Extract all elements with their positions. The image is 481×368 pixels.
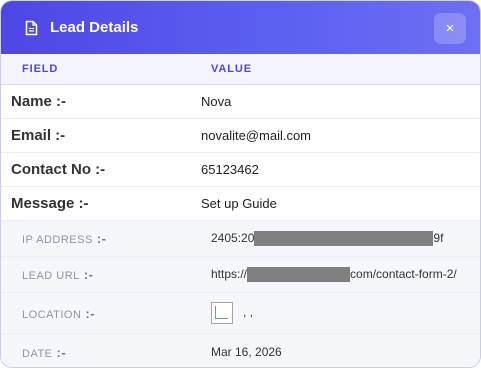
contact-row: Contact No :- 65123462 <box>1 153 480 187</box>
modal-title: Lead Details <box>50 19 139 36</box>
message-value: Set up Guide <box>201 196 277 211</box>
modal-header: Lead Details × <box>1 1 480 54</box>
lead-url-link[interactable]: https://com/contact-form-2/ <box>211 267 457 283</box>
lead-details-modal: Lead Details × FIELD VALUE Name :- Nova … <box>0 0 481 368</box>
name-label: Name :- <box>11 93 67 110</box>
ip-address-label: IP ADDRESS:- <box>22 231 107 246</box>
lead-url-row: LEAD URL:- https://com/contact-form-2/ <box>1 257 480 293</box>
email-value: novalite@mail.com <box>201 128 312 143</box>
ip-address-value: 2405:20 9f <box>211 230 444 247</box>
message-row: Message :- Set up Guide <box>1 187 480 221</box>
close-icon: × <box>445 20 455 37</box>
name-value: Nova <box>201 94 232 109</box>
contact-value: 65123462 <box>201 162 259 177</box>
message-label: Message :- <box>11 195 89 212</box>
date-row: DATE:- Mar 16, 2026 <box>1 334 480 367</box>
redaction-bar <box>247 267 351 283</box>
broken-image-icon <box>211 302 233 324</box>
location-label: LOCATION:- <box>22 305 96 321</box>
column-header-row: FIELD VALUE <box>1 54 480 85</box>
date-label: DATE:- <box>22 344 67 360</box>
close-button[interactable]: × <box>434 13 466 44</box>
document-icon <box>25 20 39 36</box>
date-value: Mar 16, 2026 <box>211 345 282 359</box>
email-label: Email :- <box>11 127 66 144</box>
field-column-header: FIELD <box>22 63 59 75</box>
lead-url-label: LEAD URL:- <box>22 267 94 282</box>
value-column-header: VALUE <box>211 63 252 75</box>
name-row: Name :- Nova <box>1 85 480 119</box>
contact-label: Contact No :- <box>11 161 106 178</box>
email-row: Email :- novalite@mail.com <box>1 119 480 153</box>
location-row: LOCATION:- , , <box>1 293 480 334</box>
location-value: , , <box>211 302 253 324</box>
redaction-bar <box>254 231 434 247</box>
ip-address-row: IP ADDRESS:- 2405:20 9f <box>1 221 480 257</box>
